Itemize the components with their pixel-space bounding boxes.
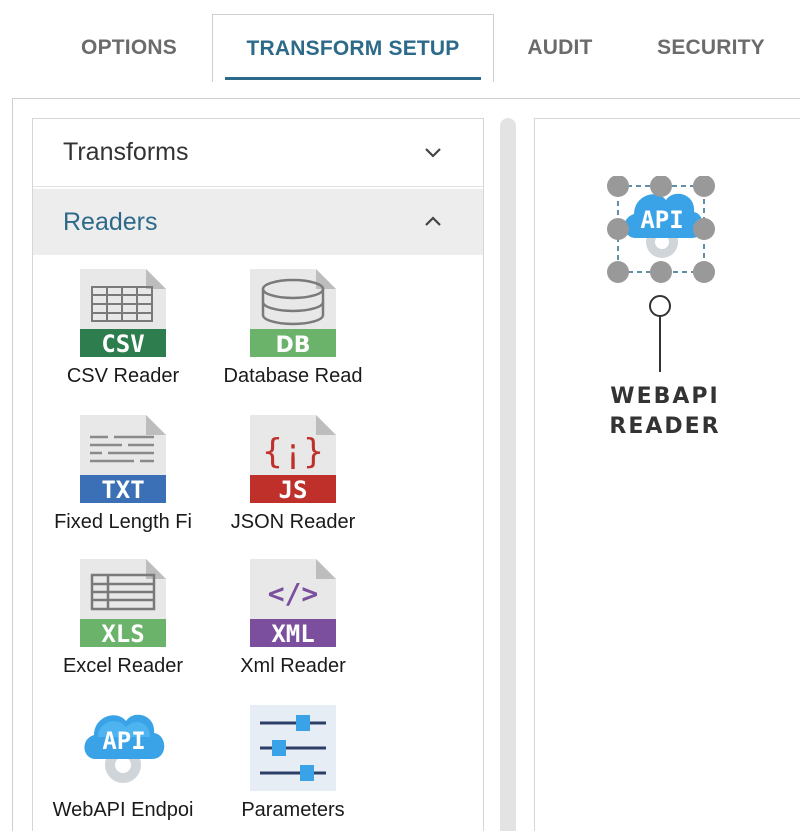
accordion-transforms[interactable]: Transforms xyxy=(33,119,483,187)
reader-item-parameters[interactable]: Parameters xyxy=(208,703,378,831)
reader-item-json[interactable]: {¡} JS JSON Reader xyxy=(208,415,378,545)
reader-item-label: WebAPI Endpoi xyxy=(52,799,194,821)
accordion-title: Transforms xyxy=(63,138,189,166)
csv-file-icon: CSV xyxy=(80,269,166,358)
reader-item-label: Xml Reader xyxy=(240,655,346,677)
accordion-readers[interactable]: Readers xyxy=(33,189,483,255)
svg-text:XML: XML xyxy=(271,620,314,648)
output-connector[interactable] xyxy=(646,292,674,374)
reader-item-excel[interactable]: XLS Excel Reader xyxy=(38,559,208,689)
tab-transform-setup[interactable]: TRANSFORM SETUP xyxy=(212,14,494,82)
reader-item-label: Fixed Length Fi xyxy=(54,511,192,533)
svg-text:XLS: XLS xyxy=(101,620,144,648)
svg-text:API: API xyxy=(102,727,145,755)
reader-item-csv[interactable]: CSV CSV Reader xyxy=(38,269,208,399)
webapi-reader-node[interactable]: API xyxy=(606,176,718,286)
reader-item-label: Database Read xyxy=(223,365,363,387)
svg-text:API: API xyxy=(640,206,683,234)
db-file-icon: DB xyxy=(250,269,336,358)
api-cloud-icon: API xyxy=(624,193,703,258)
tab-options[interactable]: OPTIONS xyxy=(58,14,200,82)
svg-text:TXT: TXT xyxy=(101,476,144,504)
svg-text:{¡}: {¡} xyxy=(262,432,323,472)
svg-text:JS: JS xyxy=(279,476,308,504)
parameters-sliders-icon xyxy=(250,705,336,791)
transform-palette: Transforms Readers CSV CSV Reader DB Dat… xyxy=(32,118,484,831)
reader-item-fixed-length[interactable]: TXT Fixed Length Fi xyxy=(38,415,208,545)
js-file-icon: {¡} JS xyxy=(250,415,336,504)
tab-bar: OPTIONS TRANSFORM SETUP AUDIT SECURITY xyxy=(0,0,800,82)
tab-security[interactable]: SECURITY xyxy=(636,14,786,82)
node-label-line1: WEBAPI xyxy=(610,384,720,409)
chevron-down-icon xyxy=(425,148,441,158)
reader-item-label: Excel Reader xyxy=(62,655,184,677)
reader-item-label: CSV Reader xyxy=(66,365,180,387)
reader-item-webapi[interactable]: API WebAPI Endpoi xyxy=(38,703,208,831)
node-label-line2: READER xyxy=(609,414,721,439)
reader-item-database[interactable]: DB Database Read xyxy=(208,269,378,399)
txt-file-icon: TXT xyxy=(80,415,166,504)
accordion-title: Readers xyxy=(63,207,158,236)
node-label: WEBAPI READER xyxy=(590,382,740,442)
reader-item-xml[interactable]: </> XML Xml Reader xyxy=(208,559,378,689)
svg-text:</>: </> xyxy=(268,577,319,610)
svg-text:CSV: CSV xyxy=(101,330,144,358)
chevron-up-icon xyxy=(425,216,441,226)
reader-item-label: Parameters xyxy=(241,799,345,821)
xls-file-icon: XLS xyxy=(80,559,166,648)
panel-splitter[interactable] xyxy=(500,118,516,831)
api-cloud-icon: API xyxy=(84,714,165,783)
reader-item-label: JSON Reader xyxy=(230,511,356,533)
tab-audit[interactable]: AUDIT xyxy=(506,14,614,82)
svg-text:DB: DB xyxy=(275,333,310,358)
xml-file-icon: </> XML xyxy=(250,559,336,648)
